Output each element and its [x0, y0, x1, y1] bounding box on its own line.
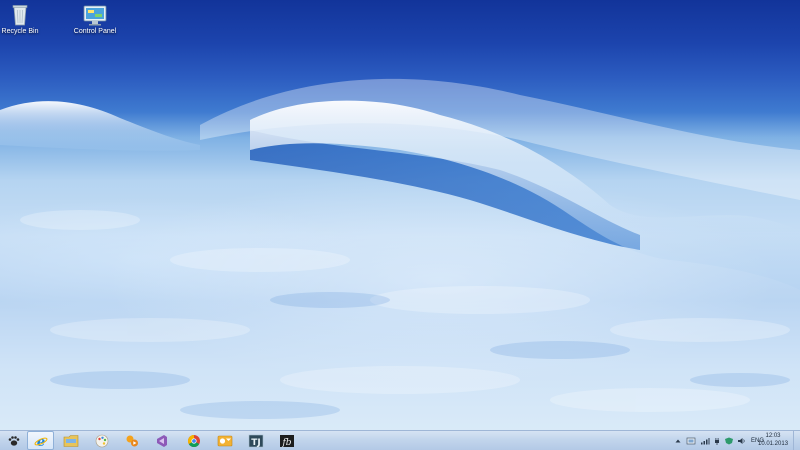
chrome-icon	[187, 434, 200, 447]
power-plug-icon[interactable]	[713, 437, 721, 445]
shield-app-icon[interactable]	[724, 437, 734, 445]
folder-icon	[63, 434, 78, 447]
control-panel-label: Control Panel	[73, 28, 117, 35]
internet-explorer-icon: e	[34, 435, 47, 448]
taskbar-outlook[interactable]	[211, 431, 238, 450]
desktop-icon-recycle-bin[interactable]: Recycle Bin	[0, 4, 55, 35]
recycle-bin-icon	[12, 5, 28, 26]
clock-time: 12:03	[765, 433, 781, 439]
clock-date: 10.01.2013	[758, 441, 789, 447]
svg-text:fb: fb	[281, 438, 291, 448]
taskbar-text-editor[interactable]: TJ	[242, 431, 269, 450]
taskbar-firebird[interactable]: fb	[273, 431, 300, 450]
taskbar-internet-explorer[interactable]: e	[27, 431, 54, 450]
show-hidden-icons-chevron-up-icon[interactable]	[674, 437, 682, 445]
desktop-wallpaper: Recycle Bin Control Panel	[0, 0, 800, 430]
control-panel-icon	[83, 5, 107, 26]
palette-icon	[95, 434, 108, 447]
fb-icon: fb	[279, 434, 294, 448]
tj-icon: TJ	[248, 434, 263, 448]
taskbar-chrome[interactable]	[180, 431, 207, 450]
taskbar-visual-studio[interactable]	[148, 431, 175, 450]
wave-wallpaper-art	[0, 78, 800, 419]
svg-text:TJ: TJ	[251, 438, 261, 448]
action-center-icon[interactable]	[686, 437, 696, 445]
system-clock[interactable]: 12:03 10.01.2013	[758, 432, 788, 448]
taskbar-paint[interactable]	[88, 431, 115, 450]
show-desktop-button[interactable]	[793, 431, 800, 450]
outlook-icon	[217, 435, 232, 446]
network-signal-icon[interactable]	[700, 437, 710, 445]
recycle-bin-label: Recycle Bin	[1, 28, 39, 35]
paw-start-icon	[8, 435, 19, 446]
svg-text:e: e	[36, 435, 44, 448]
volume-speaker-icon[interactable]	[737, 437, 746, 445]
taskbar: e TJ fb ENG 12:03 10.01.2013	[0, 430, 800, 450]
taskbar-media-player[interactable]	[118, 431, 145, 450]
visual-studio-icon	[156, 434, 167, 447]
taskbar-file-explorer[interactable]	[57, 431, 84, 450]
notification-area: ENG	[674, 431, 764, 450]
desktop-icon-control-panel[interactable]: Control Panel	[60, 5, 130, 35]
media-player-icon	[126, 435, 138, 446]
start-button[interactable]	[0, 431, 27, 450]
